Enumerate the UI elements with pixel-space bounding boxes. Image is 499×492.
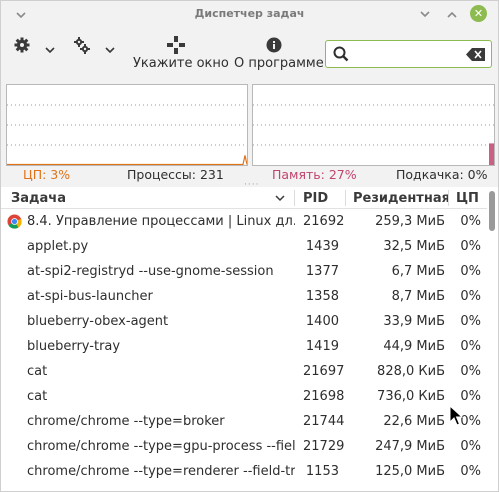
task-pid: 1439: [305, 239, 339, 254]
task-cpu: 0%: [460, 439, 481, 454]
table-row[interactable]: cat 21698 736,0 КиБ 0%: [1, 384, 487, 409]
task-name: cat: [27, 389, 48, 404]
table-row[interactable]: at-spi2-registryd --use-gnome-session 13…: [1, 259, 487, 284]
task-resident-memory: 32,5 МиБ: [383, 239, 445, 254]
scrollbar-thumb[interactable]: [489, 191, 495, 231]
task-cpu: 0%: [460, 339, 481, 354]
task-name: 8.4. Управление процессами | Linux дл...: [27, 214, 295, 229]
task-pid: 21729: [303, 439, 345, 454]
task-resident-memory: 125,0 МиБ: [375, 464, 445, 479]
task-pid: 1358: [305, 289, 339, 304]
mouse-pointer-icon: [449, 405, 463, 426]
gear-icon: [14, 37, 55, 54]
task-resident-memory: 247,9 МиБ: [375, 439, 445, 454]
task-pid: 1153: [305, 464, 339, 479]
task-name: applet.py: [27, 239, 89, 254]
table-row[interactable]: blueberry-obex-agent 1400 33,9 МиБ 0%: [1, 309, 487, 334]
task-resident-memory: 828,0 КиБ: [377, 364, 445, 379]
task-name: cat: [27, 364, 48, 379]
resource-graphs: ЦП: 3% Процессы: 231 Память: 27% Подкачк…: [1, 83, 498, 191]
task-name: chrome/chrome --type=broker: [27, 414, 225, 429]
task-name: chrome/chrome --type=renderer --field-tr…: [27, 464, 295, 479]
table-row[interactable]: cat 21697 828,0 КиБ 0%: [1, 359, 487, 384]
task-manager-window: Диспетчер задач ✕ Укажите окно О програм…: [0, 0, 499, 492]
search-input[interactable]: [325, 40, 492, 68]
task-resident-memory: 259,3 МиБ: [375, 214, 445, 229]
search-icon: [333, 46, 349, 62]
table-row[interactable]: chrome/chrome --type=broker 21744 22,6 М…: [1, 409, 487, 434]
task-name: at-spi-bus-launcher: [27, 289, 153, 304]
table-row[interactable]: at-spi-bus-launcher 1358 8,7 МиБ 0%: [1, 284, 487, 309]
table-row[interactable]: chrome/chrome --type=renderer --field-tr…: [1, 459, 487, 484]
minimize-button[interactable]: [417, 6, 433, 22]
column-separator[interactable]: [448, 190, 449, 206]
task-pid: 21698: [303, 389, 345, 404]
info-icon[interactable]: [266, 37, 282, 57]
task-pid: 21697: [303, 364, 345, 379]
process-list: 8.4. Управление процессами | Linux дл...…: [1, 209, 487, 491]
column-separator[interactable]: [345, 190, 346, 206]
column-separator[interactable]: [294, 190, 295, 206]
title-bar[interactable]: Диспетчер задач ✕: [1, 1, 498, 27]
task-cpu: 0%: [460, 264, 481, 279]
task-pid: 21744: [303, 414, 345, 429]
gear-menu-button[interactable]: [13, 37, 57, 63]
vertical-scrollbar[interactable]: [487, 187, 498, 491]
settings-menu-button[interactable]: [73, 37, 119, 63]
column-header-cpu[interactable]: ЦП: [456, 191, 479, 206]
column-header-pid[interactable]: PID: [303, 191, 328, 206]
swap-usage-label: Подкачка: 0%: [396, 167, 488, 182]
table-row[interactable]: applet.py 1439 32,5 МиБ 0%: [1, 234, 487, 259]
pick-window-button[interactable]: Укажите окно: [133, 56, 229, 71]
task-cpu: 0%: [460, 364, 481, 379]
close-button[interactable]: ✕: [470, 5, 487, 22]
cpu-usage-label: ЦП: 3%: [23, 167, 71, 182]
chrome-icon: [7, 214, 22, 229]
table-row[interactable]: chrome/chrome --type=gpu-process --fiel.…: [1, 434, 487, 459]
task-name: at-spi2-registryd --use-gnome-session: [27, 264, 274, 279]
column-header-task[interactable]: Задача: [11, 191, 66, 206]
task-cpu: 0%: [460, 464, 481, 479]
task-name: chrome/chrome --type=gpu-process --fiel.…: [27, 439, 295, 454]
task-resident-memory: 44,9 МиБ: [383, 339, 445, 354]
task-resident-memory: 6,7 МиБ: [391, 264, 445, 279]
gears-icon: [74, 37, 115, 54]
process-table-header: Задача PID Резидентная ЦП: [1, 187, 487, 209]
task-name: blueberry-tray: [27, 339, 121, 354]
task-pid: 21692: [303, 214, 345, 229]
task-resident-memory: 736,0 КиБ: [377, 389, 445, 404]
task-resident-memory: 8,7 МиБ: [391, 289, 445, 304]
table-row[interactable]: blueberry-tray 1419 44,9 МиБ 0%: [1, 334, 487, 359]
task-cpu: 0%: [460, 389, 481, 404]
task-cpu: 0%: [460, 214, 481, 229]
clear-search-icon[interactable]: [466, 48, 486, 61]
sort-chevron-down-icon[interactable]: [275, 195, 285, 202]
task-pid: 1419: [305, 339, 339, 354]
task-pid: 1400: [305, 314, 339, 329]
about-button[interactable]: О программе: [234, 56, 324, 71]
task-resident-memory: 22,6 МиБ: [383, 414, 445, 429]
task-resident-memory: 33,9 МиБ: [383, 314, 445, 329]
maximize-button[interactable]: [444, 6, 460, 22]
process-count-label: Процессы: 231: [127, 167, 224, 182]
memory-usage-label: Память: 27%: [272, 167, 357, 182]
toolbar: Укажите окно О программе: [1, 27, 498, 83]
task-cpu: 0%: [460, 289, 481, 304]
task-pid: 1377: [305, 264, 339, 279]
task-cpu: 0%: [460, 314, 481, 329]
crosshair-icon[interactable]: [167, 36, 185, 58]
task-name: blueberry-obex-agent: [27, 314, 169, 329]
table-row[interactable]: 8.4. Управление процессами | Linux дл...…: [1, 209, 487, 234]
memory-graph: [252, 84, 495, 166]
column-header-resident[interactable]: Резидентная: [353, 191, 450, 206]
cpu-graph: [6, 84, 248, 166]
task-cpu: 0%: [460, 239, 481, 254]
